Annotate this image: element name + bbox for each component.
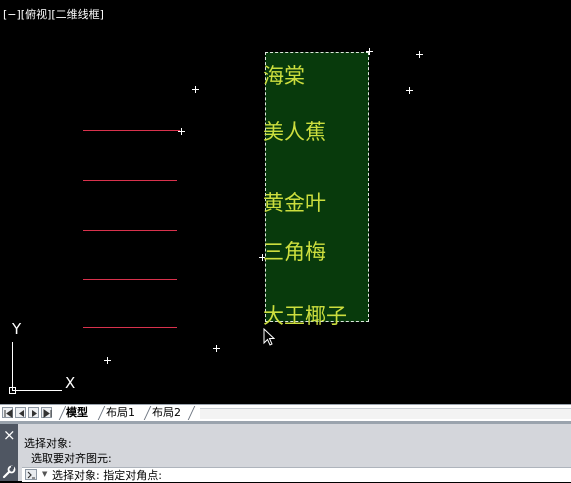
point-marker [104, 357, 111, 364]
leader-line[interactable] [83, 230, 177, 231]
leader-line[interactable] [83, 130, 180, 131]
command-line[interactable]: ▼ [22, 467, 571, 482]
wrench-icon[interactable] [2, 464, 16, 483]
plant-label[interactable]: 大王椰子 [263, 300, 347, 330]
command-input[interactable] [52, 468, 552, 481]
tab-divider [97, 406, 106, 420]
point-marker [416, 51, 423, 58]
ucs-x-axis [12, 390, 62, 391]
point-marker [213, 345, 220, 352]
point-marker [178, 128, 185, 135]
tab-model[interactable]: 模型 [66, 405, 88, 421]
chevron-down-icon[interactable]: ▼ [42, 470, 47, 478]
ucs-x-label: X [65, 374, 76, 392]
tab-layout1[interactable]: 布局1 [106, 405, 135, 421]
history-line: 选取要对齐图元: [24, 452, 112, 465]
tab-divider [143, 406, 152, 420]
plant-label[interactable]: 三角梅 [263, 236, 326, 266]
command-window-toolstrip: × [0, 424, 18, 481]
cad-application: [−][俯视][二维线框] 海棠 美人蕉 黄金叶 三角梅 大王椰子 Y X 模型… [0, 0, 571, 482]
last-tab-button[interactable] [41, 407, 52, 418]
plant-label[interactable]: 黄金叶 [263, 187, 326, 217]
leader-line[interactable] [83, 327, 177, 328]
close-icon[interactable]: × [3, 428, 16, 443]
command-history: 选择对象: 选取要对齐图元: [22, 426, 571, 465]
ucs-y-label: Y [12, 320, 22, 338]
plant-label[interactable]: 海棠 [263, 60, 305, 90]
ucs-y-axis [12, 342, 13, 390]
history-line: 选择对象: [24, 437, 72, 450]
command-window: × 选择对象: 选取要对齐图元: ▼ [0, 421, 571, 482]
viewport-controls-label[interactable]: [−][俯视][二维线框] [3, 6, 104, 22]
first-tab-button[interactable] [2, 407, 13, 418]
horizontal-scrollbar[interactable] [200, 408, 571, 419]
leader-line[interactable] [83, 180, 177, 181]
prev-tab-button[interactable] [15, 407, 26, 418]
ucs-origin-icon [9, 387, 16, 394]
tab-divider [187, 406, 196, 420]
tab-layout2[interactable]: 布局2 [152, 405, 181, 421]
command-prompt-icon[interactable] [25, 469, 37, 480]
point-marker [406, 87, 413, 94]
mouse-cursor-icon [263, 327, 276, 350]
drawing-viewport[interactable]: [−][俯视][二维线框] 海棠 美人蕉 黄金叶 三角梅 大王椰子 Y X [0, 0, 571, 404]
plant-label[interactable]: 美人蕉 [263, 116, 326, 146]
leader-line[interactable] [83, 279, 177, 280]
next-tab-button[interactable] [28, 407, 39, 418]
layout-tab-bar: 模型 布局1 布局2 [0, 404, 571, 421]
point-marker [192, 86, 199, 93]
